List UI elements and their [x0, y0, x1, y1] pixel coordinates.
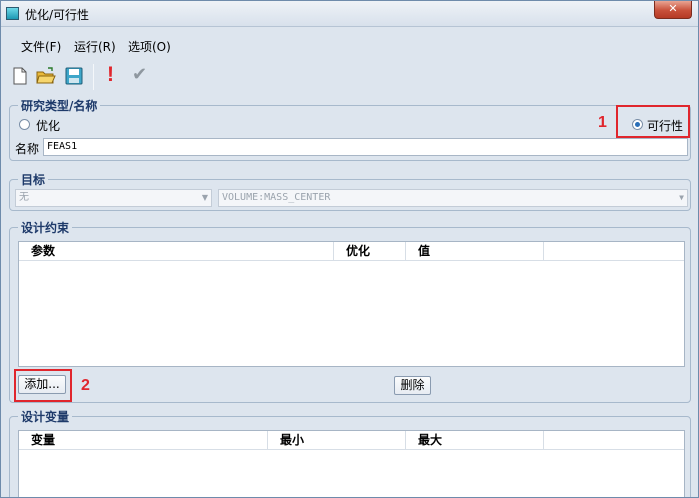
column-header-max[interactable]: 最大 — [406, 431, 544, 449]
table-header-divider — [19, 449, 684, 450]
constraints-table[interactable]: 参数 优化 值 — [18, 241, 685, 367]
goal-measure-select[interactable]: VOLUME:MASS_CENTER ▼ — [218, 189, 688, 207]
new-file-icon[interactable] — [10, 66, 30, 86]
check-icon[interactable]: ✔ — [132, 64, 152, 85]
callout-number-1: 1 — [598, 114, 607, 131]
column-header-parameter[interactable]: 参数 — [19, 242, 334, 260]
goal-group-title: 目标 — [18, 171, 49, 188]
callout-box-2 — [14, 369, 72, 402]
goal-measure-value: VOLUME:MASS_CENTER — [222, 192, 331, 203]
chevron-down-icon: ▼ — [679, 193, 684, 202]
goal-type-value: 无 — [19, 192, 29, 203]
title-bar: 优化/可行性 ✕ — [1, 1, 698, 27]
open-folder-icon[interactable] — [36, 66, 56, 86]
callout-box-1 — [616, 105, 690, 138]
column-header-optimize[interactable]: 优化 — [334, 242, 406, 260]
window-title: 优化/可行性 — [25, 8, 90, 22]
menu-bar: 文件(F) 运行(R) 选项(O) — [1, 28, 698, 60]
menu-options[interactable]: 选项(O) — [128, 38, 171, 55]
menu-file[interactable]: 文件(F) — [21, 38, 61, 55]
variables-table[interactable]: 变量 最小 最大 — [18, 430, 685, 497]
goal-type-select[interactable]: 无 ▼ — [15, 189, 212, 207]
column-header-value[interactable]: 值 — [406, 242, 544, 260]
name-label: 名称 — [15, 142, 40, 156]
toolbar: ! ✔ — [1, 60, 698, 94]
column-header-variable[interactable]: 变量 — [19, 431, 268, 449]
optimize-radio[interactable] — [19, 119, 30, 130]
chevron-down-icon: ▼ — [201, 193, 208, 202]
column-header-min[interactable]: 最小 — [268, 431, 406, 449]
feasibility-dialog: 优化/可行性 ✕ 文件(F) 运行(R) 选项(O) ! ✔ 研究类型/名称 优… — [0, 0, 699, 498]
run-icon[interactable]: ! — [107, 63, 127, 86]
close-button[interactable]: ✕ — [654, 1, 692, 19]
delete-constraint-button[interactable]: 删除 — [394, 376, 431, 395]
table-header-divider — [19, 260, 684, 261]
design-variables-group-title: 设计变量 — [18, 408, 73, 425]
optimize-radio-label: 优化 — [36, 119, 61, 133]
study-name-field[interactable]: FEAS1 — [43, 138, 688, 156]
study-type-group-title: 研究类型/名称 — [18, 97, 101, 114]
callout-number-2: 2 — [81, 377, 90, 394]
menu-run[interactable]: 运行(R) — [74, 38, 116, 55]
save-icon[interactable] — [64, 66, 84, 86]
toolbar-separator — [93, 64, 94, 90]
design-constraints-group-title: 设计约束 — [18, 219, 73, 236]
app-icon — [6, 7, 19, 20]
